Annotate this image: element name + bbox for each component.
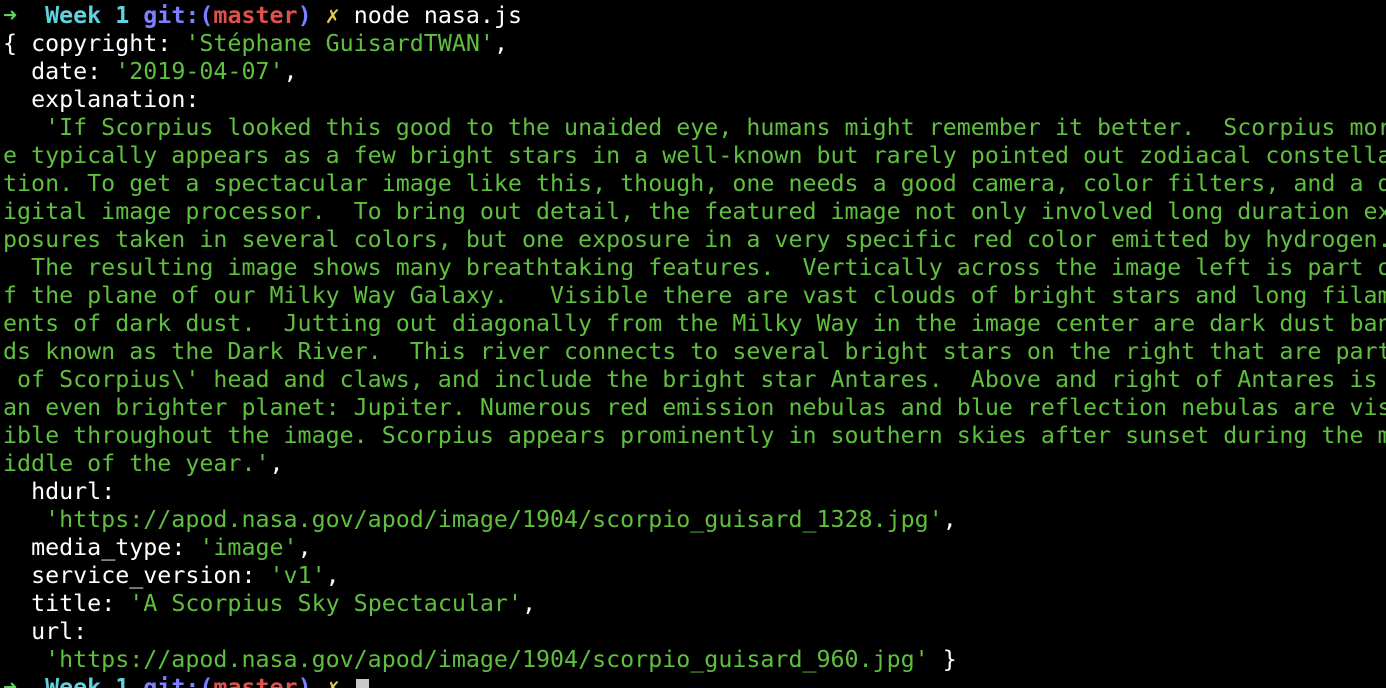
explanation-line: posures taken in several colors, but one… <box>3 226 1386 253</box>
explanation-line: igital image processor. To bring out det… <box>3 198 1386 225</box>
close-brace: } <box>928 646 957 673</box>
text-cursor[interactable] <box>355 678 369 688</box>
copyright-key: copyright: <box>31 30 186 57</box>
prompt-git-prefix: git:( <box>143 674 214 688</box>
prompt-line[interactable]: ➜ Week 1 git:(master) ✗ <box>3 674 369 688</box>
output-service-version-line: service_version: 'v1', <box>31 562 340 589</box>
explanation-line: ents of dark dust. Jutting out diagonall… <box>3 310 1386 337</box>
prompt-branch: master <box>213 2 298 29</box>
prompt-dirty-icon: ✗ <box>325 674 340 688</box>
explanation-line: e typically appears as a few bright star… <box>3 142 1386 169</box>
media-type-value: 'image' <box>199 534 298 561</box>
prompt-command: node nasa.js <box>353 2 523 29</box>
output-url-key-line: url: <box>3 618 87 646</box>
url-value: 'https://apod.nasa.gov/apod/image/1904/s… <box>45 646 929 673</box>
explanation-line: ds known as the Dark River. This river c… <box>3 338 1386 365</box>
prompt-arrow-icon: ➜ <box>3 2 18 29</box>
date-key: date: <box>31 58 116 85</box>
explanation-line: ible throughout the image. Scorpius appe… <box>3 422 1386 449</box>
prompt-dirty-icon: ✗ <box>325 2 340 29</box>
prompt-arrow-icon: ➜ <box>3 674 18 688</box>
prompt-git-suffix: ) <box>297 2 312 29</box>
prompt-branch: master <box>213 674 298 688</box>
explanation-line: of Scorpius\' head and claws, and includ… <box>3 366 1378 393</box>
prompt-line: ➜ Week 1 git:(master) ✗ node nasa.js <box>3 2 522 30</box>
url-key: url: <box>31 618 88 645</box>
prompt-cwd: Week 1 <box>45 674 130 688</box>
prompt-git-prefix: git:( <box>143 2 214 29</box>
service-version-key: service_version: <box>31 562 270 589</box>
output-title-line: title: 'A Scorpius Sky Spectacular', <box>31 590 537 617</box>
explanation-line: tion. To get a spectacular image like th… <box>3 170 1386 197</box>
prompt-git-suffix: ) <box>297 674 312 688</box>
copyright-value: 'Stéphane GuisardTWAN' <box>185 30 494 57</box>
service-version-value: 'v1' <box>269 562 326 589</box>
explanation-line: an even brighter planet: Jupiter. Numero… <box>3 394 1386 421</box>
prompt-cwd: Week 1 <box>45 2 130 29</box>
output-hdurl-key-line: hdurl: <box>3 478 115 506</box>
output-url-value-line: 'https://apod.nasa.gov/apod/image/1904/s… <box>3 646 957 674</box>
explanation-line: 'If Scorpius looked this good to the una… <box>45 114 1386 141</box>
output-hdurl-value-line: 'https://apod.nasa.gov/apod/image/1904/s… <box>45 506 957 533</box>
hdurl-key: hdurl: <box>31 478 116 505</box>
output-date-line: date: '2019-04-07', <box>31 58 298 85</box>
explanation-line: iddle of the year.', <box>3 450 284 477</box>
title-key: title: <box>31 590 130 617</box>
open-brace: { <box>3 30 32 57</box>
explanation-line: The resulting image shows many breathtak… <box>3 254 1386 281</box>
media-type-key: media_type: <box>31 534 200 561</box>
hdurl-value: 'https://apod.nasa.gov/apod/image/1904/s… <box>45 506 943 533</box>
output-explanation-key-line: explanation: <box>3 86 199 114</box>
date-value: '2019-04-07' <box>115 58 284 85</box>
output-media-type-line: media_type: 'image', <box>31 534 312 561</box>
output-copyright-line: { copyright: 'Stéphane GuisardTWAN', <box>3 30 508 57</box>
terminal-window[interactable]: ➜ Week 1 git:(master) ✗ node nasa.js { c… <box>3 0 1386 688</box>
explanation-key: explanation: <box>31 86 200 113</box>
explanation-line: f the plane of our Milky Way Galaxy. Vis… <box>3 282 1386 309</box>
title-value: 'A Scorpius Sky Spectacular' <box>129 590 522 617</box>
